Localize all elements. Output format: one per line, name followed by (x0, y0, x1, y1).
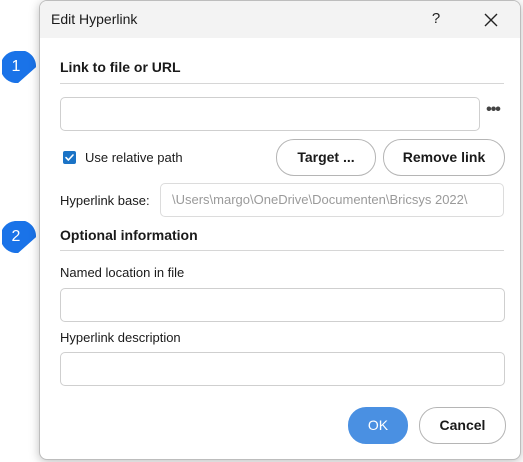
callout-number-1: 1 (11, 58, 21, 75)
ok-button[interactable]: OK (348, 407, 408, 444)
hyperlink-base-label: Hyperlink base: (60, 193, 150, 208)
optional-section-divider (60, 250, 504, 251)
help-button[interactable]: ? (426, 7, 446, 31)
link-section-divider (60, 83, 504, 84)
target-button[interactable]: Target ... (276, 139, 376, 176)
browse-button[interactable]: ••• (483, 102, 503, 122)
named-location-input[interactable] (60, 288, 505, 322)
relative-path-checkbox[interactable] (63, 151, 76, 164)
named-location-label: Named location in file (60, 265, 185, 280)
callout-number-2: 2 (11, 228, 21, 245)
checkmark-icon (65, 154, 74, 161)
cancel-button[interactable]: Cancel (419, 407, 506, 444)
remove-link-button[interactable]: Remove link (383, 139, 505, 176)
hyperlink-base-value: \Users\margo\OneDrive\Documenten\Bricsys… (160, 183, 504, 217)
close-icon[interactable] (482, 11, 500, 29)
optional-section-title: Optional information (60, 227, 198, 243)
description-input[interactable] (60, 352, 505, 386)
dialog-title: Edit Hyperlink (51, 11, 138, 27)
screen: 1 2 Edit Hyperlink ? Link to file or URL… (0, 0, 523, 462)
link-section-title: Link to file or URL (60, 59, 181, 75)
relative-path-label: Use relative path (85, 150, 183, 165)
title-bar: Edit Hyperlink ? (40, 1, 520, 38)
url-input[interactable] (60, 97, 480, 131)
description-label: Hyperlink description (60, 330, 181, 345)
edit-hyperlink-dialog: Edit Hyperlink ? Link to file or URL •••… (39, 0, 521, 460)
